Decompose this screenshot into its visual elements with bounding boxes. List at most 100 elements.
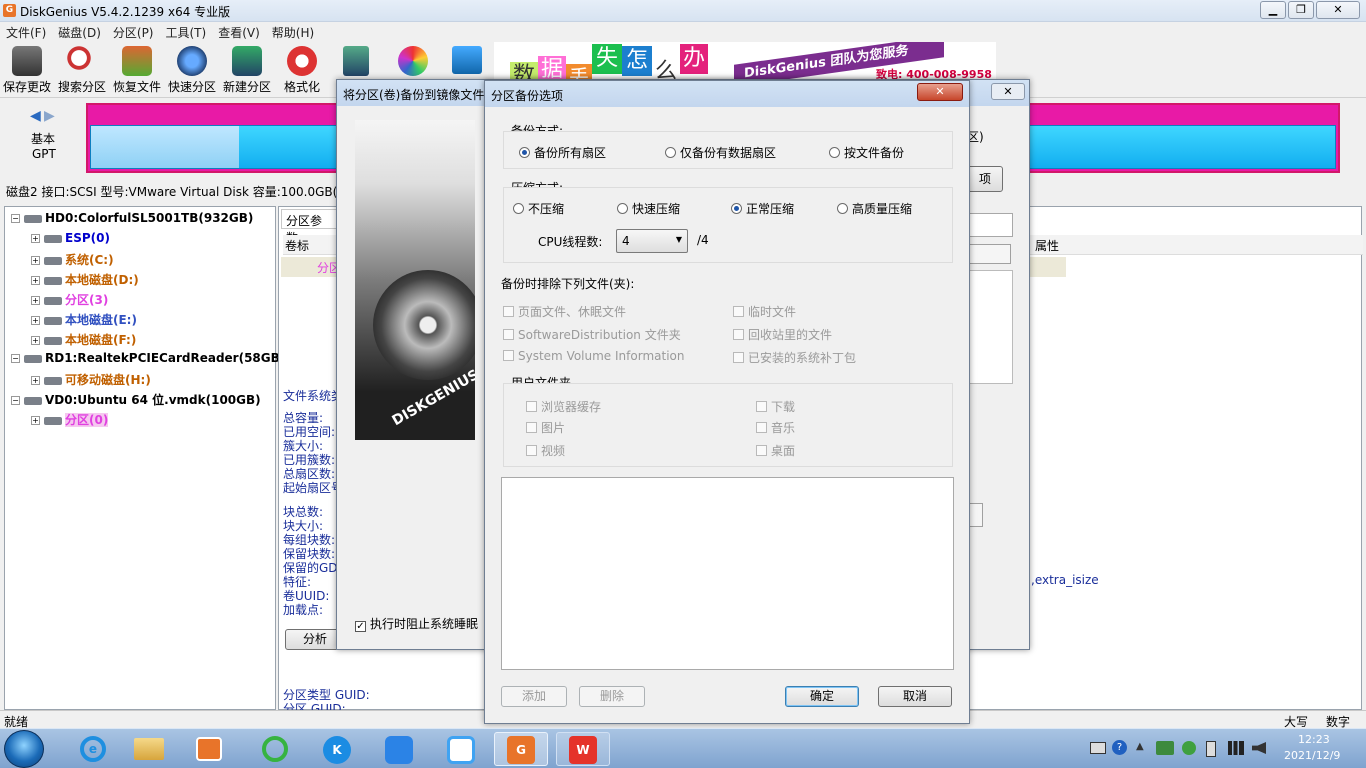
tray-signal-icon[interactable] [1228,741,1244,755]
exclude-recycle-checkbox[interactable]: 回收站里的文件 [733,326,832,343]
tree-partition-node[interactable]: + 可移动磁盘(H:) [31,371,151,388]
tree-partition-node[interactable]: + ESP(0) [31,231,110,245]
expand-toggle-icon[interactable]: + [31,296,40,305]
taskbar-bird-icon[interactable] [372,732,426,766]
options-dialog-close-button[interactable]: ✕ [917,83,963,101]
tree-disk-node[interactable]: − VD0:Ubuntu 64 位.vmdk(100GB) [11,391,261,408]
tree-partition-node[interactable]: + 分区(0) [31,411,109,428]
recover-files-button[interactable]: 恢复文件 [110,44,164,95]
banner-ad[interactable]: 数 据 丢 失 怎 么 办 DiskGenius 团队为您服务 致电: 400-… [494,42,996,82]
format-button[interactable]: 格式化 [275,44,329,95]
minimize-button[interactable]: ▁ [1260,1,1286,19]
arrow-right-icon[interactable]: ▶ [44,108,55,124]
taskbar-k-icon[interactable]: K [310,732,364,766]
exclude-temp-checkbox[interactable]: 临时文件 [733,303,796,320]
expand-toggle-icon[interactable]: + [31,276,40,285]
radio-backup-data-sectors[interactable]: 仅备份有数据扇区 [665,144,776,161]
new-partition-button[interactable]: 新建分区 [220,44,274,95]
tree-partition-node[interactable]: + 本地磁盘(D:) [31,271,139,288]
taskbar-ie-icon[interactable]: e [66,732,120,766]
search-partition-button[interactable]: 搜索分区 [55,44,109,95]
taskbar-cloud-icon[interactable] [434,732,488,766]
delete-button[interactable]: 删除 [579,686,645,707]
taskbar-wps-icon[interactable]: W [556,732,610,766]
tree-disk-node[interactable]: − HD0:ColorfulSL5001TB(932GB) [11,211,253,225]
clock-date[interactable]: 2021/12/9 [1284,749,1340,762]
exclude-softwaredist-checkbox[interactable]: SoftwareDistribution 文件夹 [503,326,681,343]
tray-security-icon[interactable] [1182,741,1196,755]
radio-backup-by-file[interactable]: 按文件备份 [829,144,904,161]
arrow-left-icon[interactable]: ◀ [30,108,41,124]
radio-backup-data-sectors-dot[interactable] [665,147,676,158]
radio-fast-compression[interactable]: 快速压缩 [617,200,680,217]
radio-fast-compression-dot[interactable] [617,203,628,214]
backup-dialog-close-button[interactable]: ✕ [991,83,1025,100]
user-desktop-checkbox[interactable]: 桌面 [756,442,795,459]
radio-backup-all-sectors[interactable]: 备份所有扇区 [519,144,606,161]
expand-toggle-icon[interactable]: − [11,214,20,223]
expand-toggle-icon[interactable]: + [31,316,40,325]
add-button[interactable]: 添加 [501,686,567,707]
save-changes-button[interactable]: 保存更改 [0,44,54,95]
expand-toggle-icon[interactable]: + [31,376,40,385]
tree-partition-node[interactable]: + 本地磁盘(F:) [31,331,136,348]
tree-partition-node[interactable]: + 系统(C:) [31,251,114,268]
radio-no-compression[interactable]: 不压缩 [513,200,564,217]
expand-toggle-icon[interactable]: + [31,416,40,425]
menu-help[interactable]: 帮助(H) [266,22,320,41]
expand-toggle-icon[interactable]: + [31,336,40,345]
user-pictures-checkbox[interactable]: 图片 [526,419,565,436]
tray-volume-icon[interactable] [1252,742,1266,754]
tray-network-icon[interactable] [1156,741,1174,755]
user-browser-cache-checkbox[interactable]: 浏览器缓存 [526,398,601,415]
radio-high-compression-dot[interactable] [837,203,848,214]
radio-backup-by-file-dot[interactable] [829,147,840,158]
tray-expand-icon[interactable]: ▲ [1136,741,1144,752]
tab-partition-params[interactable]: 分区参数 [281,209,337,245]
expand-toggle-icon[interactable]: + [31,256,40,265]
tray-keyboard-icon[interactable] [1090,742,1106,754]
user-videos-checkbox[interactable]: 视频 [526,442,565,459]
clock-time[interactable]: 12:23 [1298,733,1330,746]
tray-battery-icon[interactable] [1206,741,1216,757]
backup-right-field-2[interactable] [967,244,1011,264]
exclude-sysvolinfo-checkbox[interactable]: System Volume Information [503,349,684,363]
column-header-attr[interactable]: 属性 [1031,235,1063,256]
custom-exclude-list[interactable] [501,477,954,670]
expand-toggle-icon[interactable]: − [11,354,20,363]
menu-tools[interactable]: 工具(T) [160,22,213,41]
prevent-sleep-check[interactable]: ✓ [355,621,366,632]
expand-toggle-icon[interactable]: − [11,396,20,405]
radio-normal-compression-dot[interactable] [731,203,742,214]
user-downloads-checkbox[interactable]: 下载 [756,398,795,415]
quick-partition-button[interactable]: 快速分区 [165,44,219,95]
tree-partition-node[interactable]: + 分区(3) [31,291,108,308]
backup-options-button[interactable]: 项 [967,166,1003,192]
radio-no-compression-dot[interactable] [513,203,524,214]
radio-high-compression[interactable]: 高质量压缩 [837,200,912,217]
expand-toggle-icon[interactable]: + [31,234,40,243]
taskbar-diskgenius-icon[interactable]: G [494,732,548,766]
taskbar-360-icon[interactable] [248,732,302,766]
exclude-patches-checkbox[interactable]: 已安装的系统补丁包 [733,349,856,366]
delete-icon[interactable] [343,46,369,76]
tree-partition-node[interactable]: + 本地磁盘(E:) [31,311,137,328]
taskbar-media-icon[interactable] [182,732,236,766]
backup-right-field-1[interactable] [967,213,1013,237]
backup-icon[interactable] [398,46,428,76]
user-music-checkbox[interactable]: 音乐 [756,419,795,436]
close-button[interactable]: ✕ [1316,1,1360,19]
cpu-threads-select[interactable]: 4 ▼ [616,229,688,253]
menu-file[interactable]: 文件(F) [0,22,52,41]
menu-partition[interactable]: 分区(P) [107,22,160,41]
taskbar-explorer-icon[interactable] [122,732,176,766]
radio-normal-compression[interactable]: 正常压缩 [731,200,794,217]
ok-button[interactable]: 确定 [785,686,859,707]
menu-view[interactable]: 查看(V) [212,22,266,41]
cancel-button[interactable]: 取消 [878,686,952,707]
migrate-icon[interactable] [452,46,482,74]
exclude-pagefile-checkbox[interactable]: 页面文件、休眠文件 [503,303,626,320]
tray-help-icon[interactable]: ? [1112,740,1127,755]
start-button[interactable] [4,730,44,768]
prevent-sleep-checkbox[interactable]: ✓ 执行时阻止系统睡眠 [355,615,478,632]
